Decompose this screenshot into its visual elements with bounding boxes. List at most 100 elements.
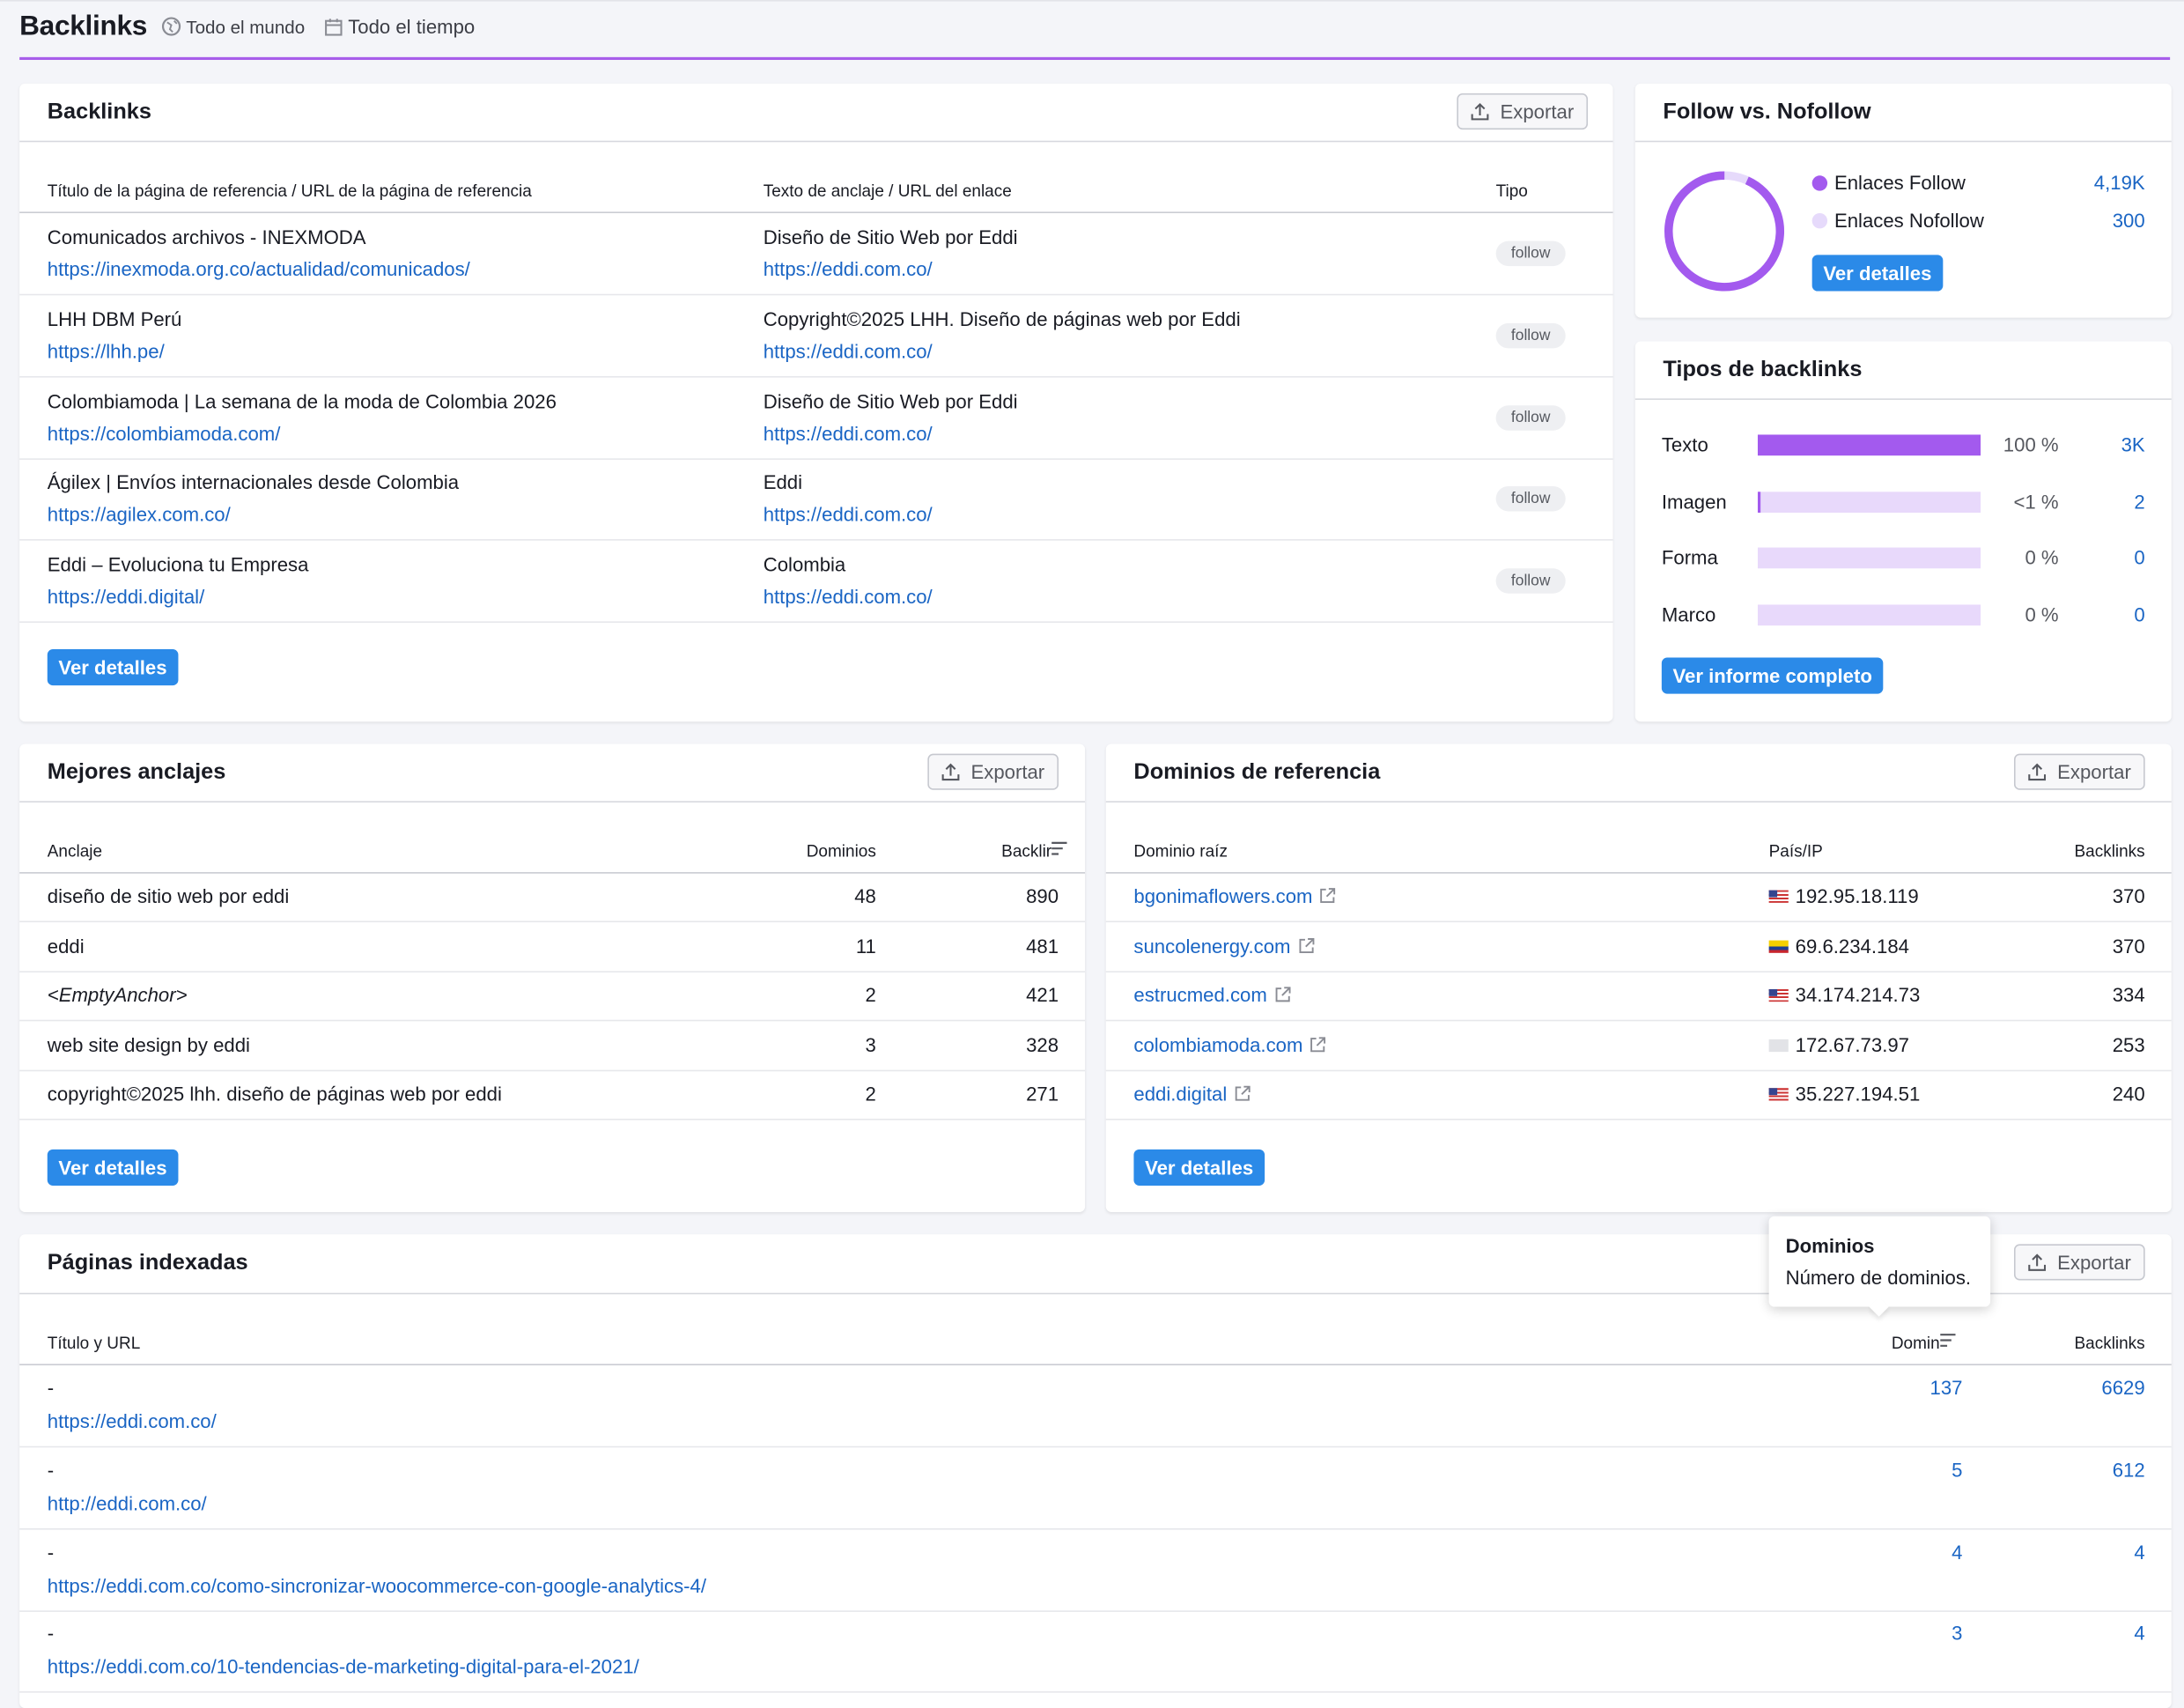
page-url[interactable]: http://eddi.com.co/ [48,1492,207,1514]
types-report-button[interactable]: Ver informe completo [1661,657,1884,694]
external-link-icon[interactable] [1297,935,1314,958]
domains-details-button[interactable]: Ver detalles [1133,1149,1265,1186]
anchor-text: diseño de sitio web por eddi [47,884,290,907]
col-header-domains[interactable]: Domin [1892,1334,1956,1353]
target-url[interactable]: https://eddi.com.co/ [764,504,933,526]
link-type-badge: follow [1495,568,1566,595]
external-link-icon[interactable] [1234,1084,1251,1106]
domain-name: bgonimaflowers.com [1133,884,1313,907]
referring-page-url[interactable]: https://lhh.pe/ [48,340,165,362]
nofollow-value[interactable]: 300 [2113,209,2145,231]
page-domains[interactable]: 5 [1952,1459,1962,1481]
row-divider [19,921,1086,923]
country-ip: 192.95.18.119 [1768,884,1919,907]
page-root: Backlinks Todo el mundo Todo el tiempo B… [0,0,2184,1708]
root-domain-link[interactable]: suncolenergy.com [1133,935,1314,958]
col-header-backlinks[interactable]: Backlinks [2074,841,2144,861]
upload-icon [1471,102,1489,121]
referring-page-url[interactable]: https://inexmoda.org.co/actualidad/comun… [48,258,470,280]
header-underline [19,56,2171,61]
page-url[interactable]: https://eddi.com.co/como-sincronizar-woo… [48,1574,706,1596]
referring-page-title: Ágilex | Envíos internacionales desde Co… [47,471,460,494]
page-backlinks[interactable]: 4 [2134,1541,2144,1563]
follow-card: Follow vs. Nofollow Enlaces Follow 4,19K… [1634,83,2172,318]
type-percentage: 100 % [2003,433,2059,456]
external-link-icon[interactable] [1310,1035,1326,1057]
row-divider [1105,1020,2172,1022]
page-domains[interactable]: 4 [1952,1541,1962,1563]
export-label: Exportar [2057,1251,2131,1274]
row-divider [19,1691,2172,1694]
indexed-export-button[interactable]: Exportar [2013,1244,2145,1281]
backlinks-export-button[interactable]: Exportar [1457,92,1589,130]
type-percentage: <1 % [2013,489,2059,513]
anchors-export-button[interactable]: Exportar [927,753,1059,790]
col-header-type: Tipo [1495,181,1528,201]
domains-tooltip: Dominios Número de dominios. [1768,1216,1991,1317]
target-url[interactable]: https://eddi.com.co/ [764,586,933,608]
referring-page-url[interactable]: https://colombiamoda.com/ [48,422,281,444]
external-link-icon[interactable] [1319,886,1336,908]
target-url[interactable]: https://eddi.com.co/ [764,258,933,280]
top-border [0,0,2184,7]
sort-icon [1051,841,1067,855]
domains-export-button[interactable]: Exportar [2013,753,2145,790]
referring-page-url[interactable]: https://eddi.digital/ [48,586,204,608]
row-divider [1105,970,2172,972]
root-domain-link[interactable]: eddi.digital [1133,1083,1251,1107]
type-count[interactable]: 0 [2134,603,2144,625]
follow-details-button[interactable]: Ver detalles [1811,255,1944,292]
root-domain-link[interactable]: estrucmed.com [1133,984,1291,1008]
page-header: Backlinks Todo el mundo Todo el tiempo [19,8,475,44]
export-label: Exportar [1500,100,1575,123]
page-url[interactable]: https://eddi.com.co/ [48,1410,217,1432]
follow-value[interactable]: 4,19K [2094,172,2145,194]
col-header-backlinks[interactable]: Backlinks [2074,1334,2144,1353]
target-url[interactable]: https://eddi.com.co/ [764,340,933,362]
region-selector[interactable]: Todo el mundo [161,16,305,37]
type-percentage: 0 % [2025,603,2059,625]
col-header-referring-page: Título de la página de referencia / URL … [47,181,532,201]
backlinks-title: Backlinks [47,100,151,124]
domain-name: suncolenergy.com [1133,934,1291,957]
card-divider [19,140,1613,143]
type-count[interactable]: 0 [2134,546,2144,568]
page-domains[interactable]: 3 [1952,1623,1962,1645]
page-backlinks[interactable]: 612 [2113,1459,2145,1481]
row-divider [1105,1119,2172,1121]
backlinks-details-button[interactable]: Ver detalles [47,649,179,686]
page-backlinks[interactable]: 4 [2134,1623,2144,1645]
period-selector[interactable]: Todo el tiempo [324,15,475,38]
external-link-icon[interactable] [1274,985,1291,1007]
nofollow-legend-item: Enlaces Nofollow [1811,209,1984,232]
indexed-title: Páginas indexadas [47,1251,248,1275]
referring-page-url[interactable]: https://agilex.com.co/ [48,504,231,526]
type-count[interactable]: 3K [2121,433,2145,455]
root-domain-link[interactable]: bgonimaflowers.com [1133,884,1336,908]
anchor-text: Eddi [763,471,803,494]
type-count[interactable]: 2 [2134,490,2144,512]
page-backlinks[interactable]: 6629 [2101,1377,2144,1399]
domain-backlinks: 334 [2112,983,2145,1007]
anchors-details-button[interactable]: Ver detalles [47,1149,179,1186]
col-header-title-url: Título y URL [47,1333,141,1353]
root-domain-link[interactable]: colombiamoda.com [1133,1033,1326,1057]
page-url[interactable]: https://eddi.com.co/10-tendencias-de-mar… [48,1656,639,1678]
domain-backlinks: 240 [2112,1083,2145,1105]
page-domains[interactable]: 137 [1930,1377,1963,1399]
card-divider [19,801,1086,803]
ip-address: 172.67.73.97 [1795,1033,1909,1056]
ip-address: 34.174.214.73 [1795,983,1921,1007]
flag-icon [1768,989,1789,1002]
anchors-title: Mejores anclajes [47,760,226,785]
col-header-backlinks[interactable]: Backlir [1001,841,1067,861]
target-url[interactable]: https://eddi.com.co/ [764,422,933,444]
anchor-domains: 2 [865,983,876,1007]
anchor-text: Copyright©2025 LHH. Diseño de páginas we… [763,307,1241,330]
type-bar-track [1757,491,1981,513]
type-bar-fill [1757,434,1981,456]
link-type-badge: follow [1495,404,1566,431]
anchor-text: <EmptyAnchor> [47,983,188,1007]
follow-legend-item: Enlaces Follow [1811,172,1966,194]
col-header-domains[interactable]: Dominios [807,841,876,861]
